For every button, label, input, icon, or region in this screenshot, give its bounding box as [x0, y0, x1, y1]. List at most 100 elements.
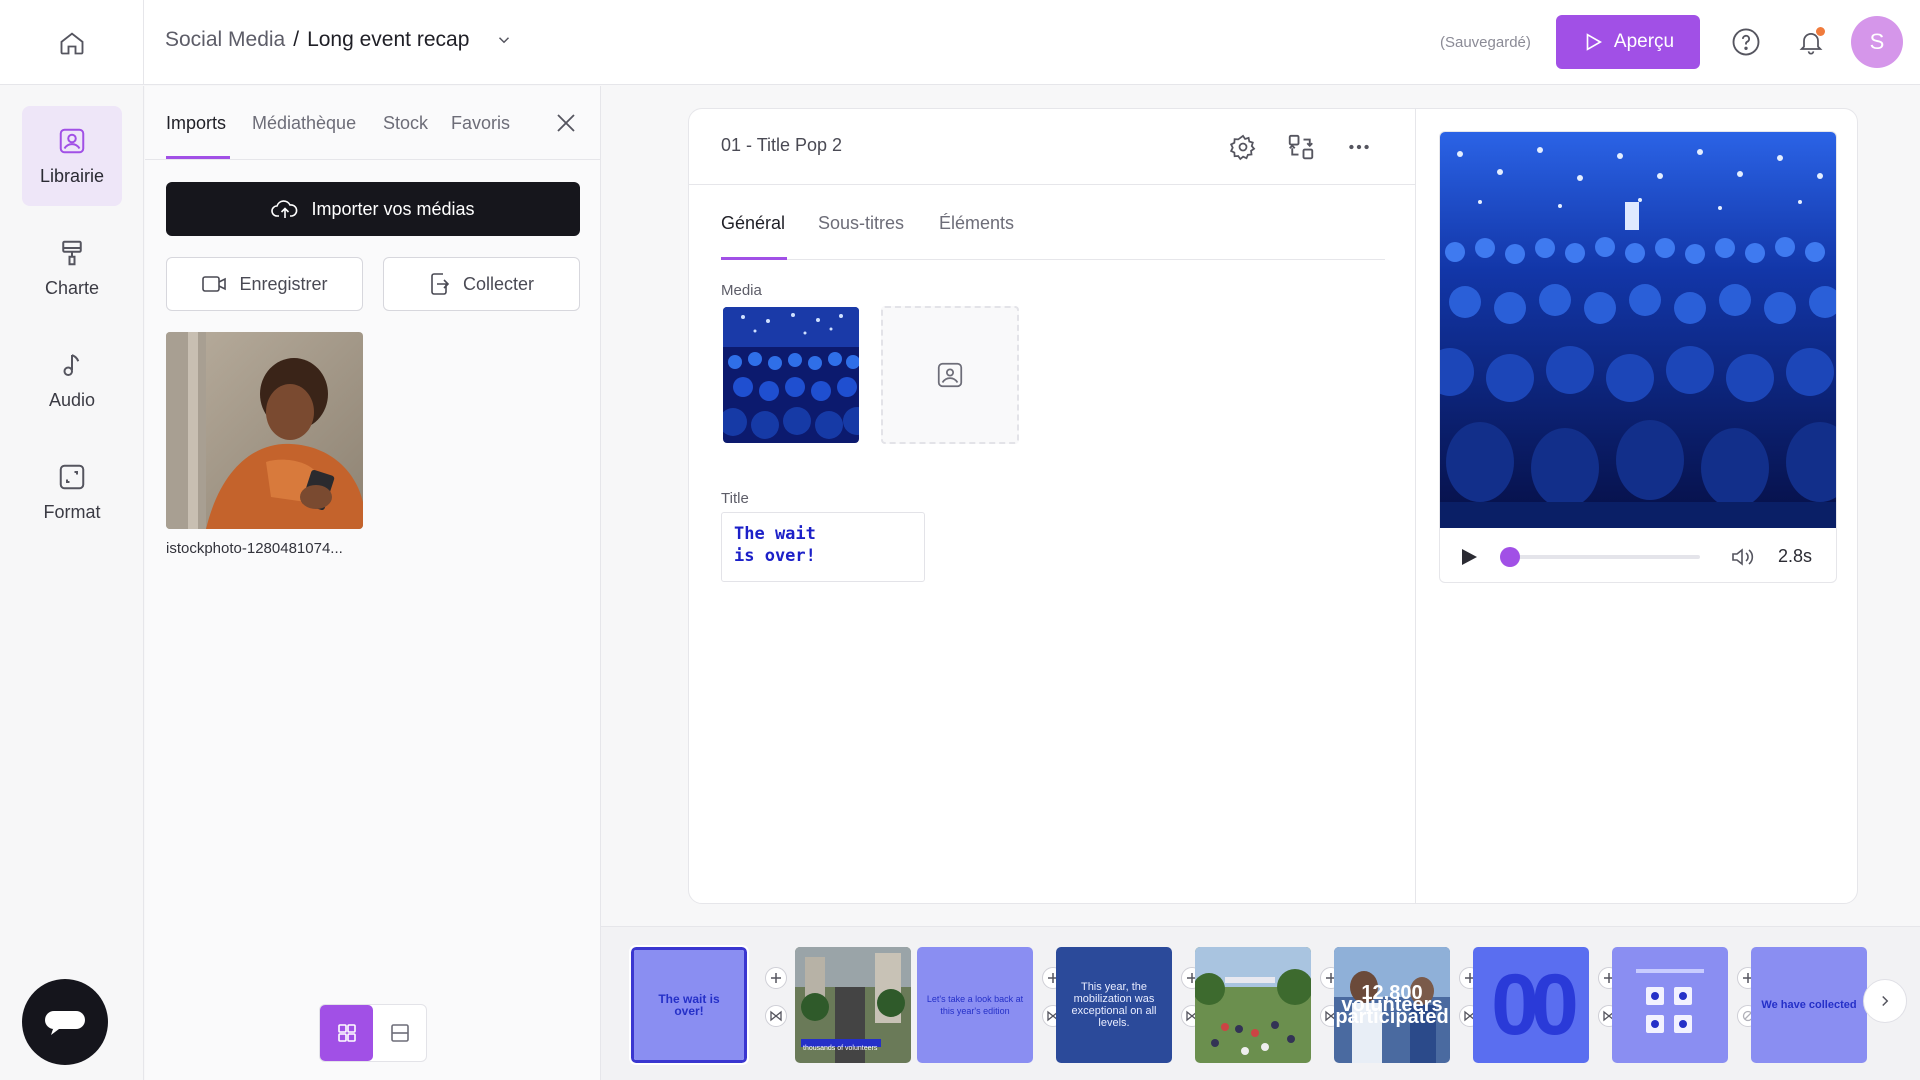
media-thumbnail[interactable]: [166, 332, 363, 529]
home-icon: [60, 31, 83, 54]
scene-swap-button[interactable]: [1283, 129, 1319, 165]
timeline-clip-5[interactable]: [1195, 947, 1311, 1063]
timeline-clip-6[interactable]: 12,800 volunteers participated: [1334, 947, 1450, 1063]
sidebar-item-label: Format: [43, 501, 101, 522]
transition-button[interactable]: [765, 1005, 787, 1027]
library-panel: Imports Médiathèque Stock Favoris Import…: [145, 86, 601, 1080]
chat-icon: [45, 1011, 85, 1035]
tab-elements[interactable]: Éléments: [939, 213, 1014, 234]
more-icon: [1349, 144, 1369, 150]
sidebar-item-audio[interactable]: Audio: [22, 330, 122, 430]
home-button[interactable]: [0, 0, 144, 85]
park-photo: [1195, 947, 1311, 1063]
play-button[interactable]: [1458, 546, 1480, 568]
media-slot-empty[interactable]: [881, 306, 1019, 444]
scene-settings: 01 - Title Pop 2 Général Sous-titres Élé…: [689, 109, 1416, 903]
tab-mediatheque[interactable]: Médiathèque: [252, 113, 356, 134]
notifications-button[interactable]: [1791, 22, 1831, 62]
top-bar: Social Media / Long event recap (Sauvega…: [0, 0, 1920, 85]
clip-text: The wait is over!: [658, 992, 720, 1018]
brush-icon: [62, 240, 82, 265]
record-button[interactable]: Enregistrer: [166, 257, 363, 311]
chevron-right-icon: [1882, 995, 1889, 1007]
clip-text: Let's take a look back at this year's ed…: [926, 994, 1024, 1016]
grid-icon: [337, 1024, 356, 1042]
help-icon: [1732, 28, 1760, 56]
tab-divider: [721, 259, 1385, 260]
volume-icon: [1732, 548, 1754, 566]
left-nav: Librairie Charte Audio Format: [0, 86, 144, 1080]
sidebar-item-librairie[interactable]: Librairie: [22, 106, 122, 206]
breadcrumb: Social Media / Long event recap: [165, 28, 513, 52]
timeline-clip-3[interactable]: Let's take a look back at this year's ed…: [917, 947, 1033, 1063]
volume-button[interactable]: [1730, 545, 1756, 569]
tab-imports[interactable]: Imports: [166, 113, 226, 134]
collect-label: Collecter: [462, 273, 535, 294]
media-filename: istockphoto-1280481074...: [166, 540, 343, 557]
library-icon: [59, 128, 85, 153]
progress-handle[interactable]: [1500, 547, 1520, 567]
media-slot-1[interactable]: [723, 307, 859, 443]
transition-icon: [770, 1010, 782, 1022]
preview-frame[interactable]: [1440, 132, 1836, 528]
preview-button[interactable]: Aperçu: [1556, 15, 1700, 69]
timeline-clip-1[interactable]: The wait is over!: [629, 945, 749, 1065]
timeline-next-button[interactable]: [1863, 979, 1907, 1023]
tab-general[interactable]: Général: [721, 213, 785, 234]
timeline-clip-4[interactable]: This year, the mobilization was exceptio…: [1056, 947, 1172, 1063]
chat-button[interactable]: [22, 979, 108, 1065]
preview-button-label: Aperçu: [1613, 31, 1675, 52]
more-options-button[interactable]: [1341, 129, 1377, 165]
title-input[interactable]: The wait is over!: [721, 512, 925, 582]
collect-icon: [431, 273, 450, 295]
progress-track[interactable]: [1510, 555, 1700, 559]
image-placeholder-icon: [937, 362, 963, 388]
avatar[interactable]: S: [1851, 16, 1903, 68]
tab-stock[interactable]: Stock: [383, 113, 428, 134]
timeline-clip-8[interactable]: [1612, 947, 1728, 1063]
chevron-down-icon[interactable]: [495, 31, 513, 49]
scene-editor: 01 - Title Pop 2 Général Sous-titres Élé…: [688, 108, 1858, 904]
view-toggle: [319, 1004, 427, 1062]
duration-label: 2.8s: [1778, 546, 1813, 566]
scene-title: 01 - Title Pop 2: [721, 135, 843, 155]
breadcrumb-parent[interactable]: Social Media: [165, 28, 285, 52]
clip-text: We have collected: [1761, 999, 1857, 1011]
breadcrumb-separator: /: [293, 28, 300, 51]
woman-phone-photo: [166, 332, 363, 529]
video-camera-icon: [202, 276, 227, 292]
crowd-photo: [723, 307, 859, 443]
icons-grid-graphic: [1612, 947, 1728, 1063]
timeline-clip-2[interactable]: thousands of volunteers: [795, 947, 911, 1063]
clip-gap-1: [765, 967, 787, 1047]
clip-text: This year, the mobilization was exceptio…: [1071, 981, 1157, 1029]
breadcrumb-current: Long event recap: [307, 28, 470, 51]
plus-icon: [771, 973, 781, 983]
close-icon: [557, 114, 575, 132]
cloud-upload-icon: [271, 200, 298, 218]
save-status: (Sauvegardé): [1440, 34, 1531, 51]
sidebar-item-format[interactable]: Format: [22, 442, 122, 542]
sidebar-item-charte[interactable]: Charte: [22, 218, 122, 318]
sidebar-item-label: Charte: [44, 277, 100, 298]
scene-header: 01 - Title Pop 2: [689, 109, 1416, 185]
collect-button[interactable]: Collecter: [383, 257, 580, 311]
tab-sous-titres[interactable]: Sous-titres: [818, 213, 904, 234]
import-media-button[interactable]: Importer vos médias: [166, 182, 580, 236]
player-controls: 2.8s: [1440, 529, 1836, 582]
close-panel-button[interactable]: [551, 108, 581, 138]
add-scene-button[interactable]: [765, 967, 787, 989]
swap-layout-icon: [1288, 134, 1314, 160]
scene-settings-button[interactable]: [1225, 129, 1261, 165]
active-tab-indicator: [166, 156, 230, 159]
timeline-clip-9[interactable]: We have collected: [1751, 947, 1867, 1063]
music-note-icon: [63, 353, 80, 376]
grid-view-button[interactable]: [320, 1005, 373, 1061]
notification-dot: [1816, 27, 1825, 36]
active-tab-indicator: [721, 257, 787, 260]
tab-favoris[interactable]: Favoris: [451, 113, 510, 134]
timeline-clip-7[interactable]: 00: [1473, 947, 1589, 1063]
help-button[interactable]: [1726, 22, 1766, 62]
list-view-button[interactable]: [373, 1005, 426, 1061]
sidebar-item-label: Audio: [48, 389, 96, 410]
